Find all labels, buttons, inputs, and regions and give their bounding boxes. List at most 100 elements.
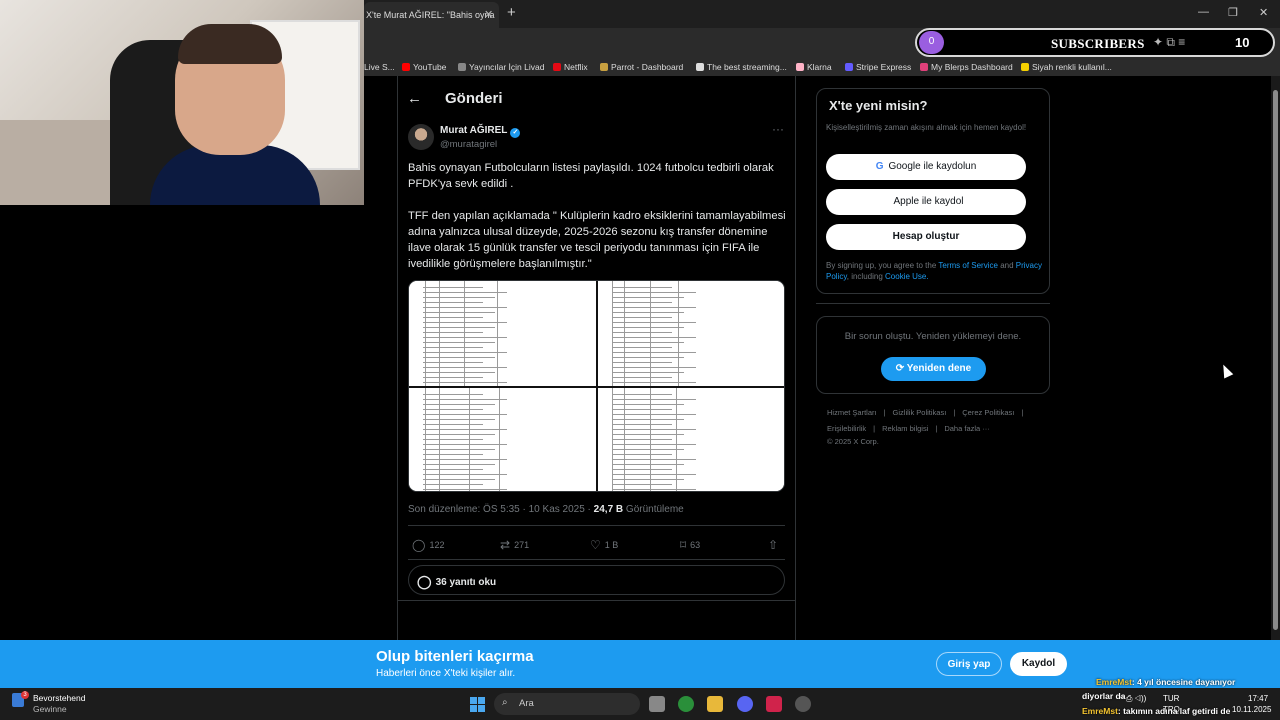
google-icon: G bbox=[875, 161, 884, 172]
table-rule bbox=[423, 297, 495, 298]
google-signup-button[interactable]: G Google ile kaydolun bbox=[826, 154, 1026, 180]
chrome-icon[interactable] bbox=[678, 696, 694, 712]
media-image-2[interactable] bbox=[598, 281, 784, 386]
table-rule bbox=[423, 332, 483, 333]
table-rule bbox=[423, 352, 507, 353]
tab-close-icon[interactable]: ✕ bbox=[484, 8, 493, 21]
bookmark-item[interactable]: Siyah renkli kullanıl... bbox=[1021, 62, 1112, 72]
maximize-button[interactable]: ❐ bbox=[1228, 6, 1238, 19]
media-image-3[interactable] bbox=[409, 388, 596, 491]
browser-tab[interactable]: X'te Murat AĞIREL: "Bahis oyna ✕ bbox=[364, 2, 499, 28]
create-account-button[interactable]: Hesap oluştur bbox=[826, 224, 1026, 250]
bookmark-folder-icon bbox=[1021, 63, 1029, 71]
clock-time[interactable]: 17:47 bbox=[1248, 694, 1268, 703]
signup-title: X'te yeni misin? bbox=[829, 98, 928, 113]
terms-of-service-link[interactable]: Hizmet Şartları bbox=[827, 408, 877, 417]
media-image-4[interactable] bbox=[598, 388, 784, 491]
terms-link[interactable]: Terms of Service bbox=[938, 261, 998, 270]
repost-button[interactable]: ⇄ 271 bbox=[500, 538, 529, 552]
bookmark-button[interactable]: ⌑ 63 bbox=[680, 538, 700, 552]
author-avatar[interactable] bbox=[408, 124, 434, 150]
signup-terms: By signing up, you agree to the Terms of… bbox=[826, 261, 1043, 281]
apple-signup-button[interactable]: Apple ile kaydol bbox=[826, 189, 1026, 215]
app-icon[interactable] bbox=[795, 696, 811, 712]
discord-icon[interactable] bbox=[737, 696, 753, 712]
table-rule bbox=[612, 419, 684, 420]
divider bbox=[408, 559, 785, 560]
like-button[interactable]: ♡ 1 B bbox=[590, 538, 618, 552]
table-rule bbox=[612, 367, 696, 368]
share-button[interactable]: ⇧ bbox=[768, 538, 782, 552]
more-link[interactable]: Daha fazla ··· bbox=[944, 424, 989, 433]
bookmark-item[interactable]: Parrot - Dashboard bbox=[600, 62, 683, 72]
retry-button[interactable]: ⟳ Yeniden dene bbox=[881, 357, 986, 381]
taskbar-search[interactable]: ⌕ Ara bbox=[494, 693, 640, 715]
table-rule bbox=[423, 404, 495, 405]
bookmark-item[interactable]: Stripe Express bbox=[845, 62, 911, 72]
start-button[interactable] bbox=[470, 697, 485, 712]
post-text-paragraph: TFF den yapılan açıklamada " Kulüplerin … bbox=[408, 210, 786, 270]
table-rule bbox=[423, 424, 483, 425]
divider bbox=[816, 303, 1050, 304]
bookmark-item[interactable]: Klarna bbox=[796, 62, 832, 72]
author-handle[interactable]: @muratagirel bbox=[440, 139, 497, 150]
screen: X'te Murat AĞIREL: "Bahis oyna ✕ + — ❐ ✕… bbox=[0, 0, 1280, 720]
bookmark-item[interactable]: My Blerps Dashboard bbox=[920, 62, 1013, 72]
table-rule bbox=[423, 429, 507, 430]
table-rule bbox=[612, 332, 672, 333]
reply-button[interactable]: ◯ 122 bbox=[412, 538, 444, 552]
read-replies-button[interactable]: ◯ 36 yanıtı oku bbox=[408, 565, 785, 595]
table-rule bbox=[423, 409, 483, 410]
page-title: Gönderi bbox=[445, 90, 503, 107]
bookmark-item[interactable]: The best streaming... bbox=[696, 62, 787, 72]
post-media-grid[interactable] bbox=[408, 280, 785, 492]
reply-icon: ◯ bbox=[412, 538, 426, 552]
privacy-policy-link[interactable]: Gizlilik Politikası bbox=[893, 408, 947, 417]
widgets-subtitle[interactable]: Gewinne bbox=[33, 704, 67, 714]
repost-icon: ⇄ bbox=[500, 538, 511, 552]
verified-badge-icon: ✓ bbox=[510, 128, 521, 138]
chat-message: diyorlar da bbox=[1082, 691, 1126, 701]
close-window-button[interactable]: ✕ bbox=[1259, 6, 1268, 19]
table-rule bbox=[612, 489, 696, 490]
file-explorer-icon[interactable] bbox=[707, 696, 723, 712]
table-rule bbox=[612, 409, 672, 410]
minimize-button[interactable]: — bbox=[1198, 6, 1209, 18]
table-rule bbox=[612, 327, 684, 328]
share-icon: ⇧ bbox=[768, 538, 779, 552]
tab-title: X'te Murat AĞIREL: "Bahis oyna bbox=[366, 10, 495, 20]
table-rule bbox=[612, 377, 672, 378]
cookie-policy-link[interactable]: Çerez Politikası bbox=[962, 408, 1014, 417]
back-arrow-icon[interactable]: ← bbox=[407, 90, 422, 107]
bookmark-item[interactable]: Live S... bbox=[364, 62, 395, 72]
table-rule bbox=[612, 292, 696, 293]
bookmark-item[interactable]: YouTube bbox=[402, 62, 446, 72]
table-rule bbox=[612, 362, 672, 363]
scrollbar-thumb[interactable] bbox=[1273, 90, 1278, 630]
extension-icons[interactable]: ✦ ⧉ ≡ bbox=[1153, 35, 1185, 50]
widgets-title[interactable]: Bevorstehend bbox=[33, 693, 85, 703]
media-image-1[interactable] bbox=[409, 281, 596, 386]
table-rule bbox=[612, 394, 672, 395]
task-view-icon[interactable] bbox=[649, 696, 665, 712]
subscriber-counter-overlay: 0 SUBSCRIBERS ✦ ⧉ ≡ 10 bbox=[915, 28, 1275, 57]
table-rule bbox=[612, 347, 672, 348]
cookie-link[interactable]: Cookie Use. bbox=[885, 272, 929, 281]
bookmark-item[interactable]: Yayıncılar İçin Livad bbox=[458, 62, 544, 72]
accessibility-link[interactable]: Erişilebilirlik bbox=[827, 424, 866, 433]
bookmark-item[interactable]: Netflix bbox=[553, 62, 588, 72]
bookmark-icon: ⌑ bbox=[680, 538, 687, 552]
language-indicator[interactable]: TUR bbox=[1163, 694, 1179, 703]
app-icon[interactable] bbox=[766, 696, 782, 712]
clock-date[interactable]: 10.11.2025 bbox=[1232, 705, 1271, 714]
table-rule bbox=[612, 414, 696, 415]
login-button[interactable]: Giriş yap bbox=[936, 652, 1002, 676]
more-options-icon[interactable]: ··· bbox=[772, 122, 784, 136]
signup-button[interactable]: Kaydol bbox=[1010, 652, 1067, 676]
scrollbar[interactable] bbox=[1271, 76, 1280, 640]
ad-info-link[interactable]: Reklam bilgisi bbox=[882, 424, 928, 433]
table-rule bbox=[423, 342, 495, 343]
author-name[interactable]: Murat AĞIREL ✓ bbox=[440, 125, 521, 138]
new-tab-button[interactable]: + bbox=[507, 4, 516, 21]
divider bbox=[408, 525, 785, 526]
